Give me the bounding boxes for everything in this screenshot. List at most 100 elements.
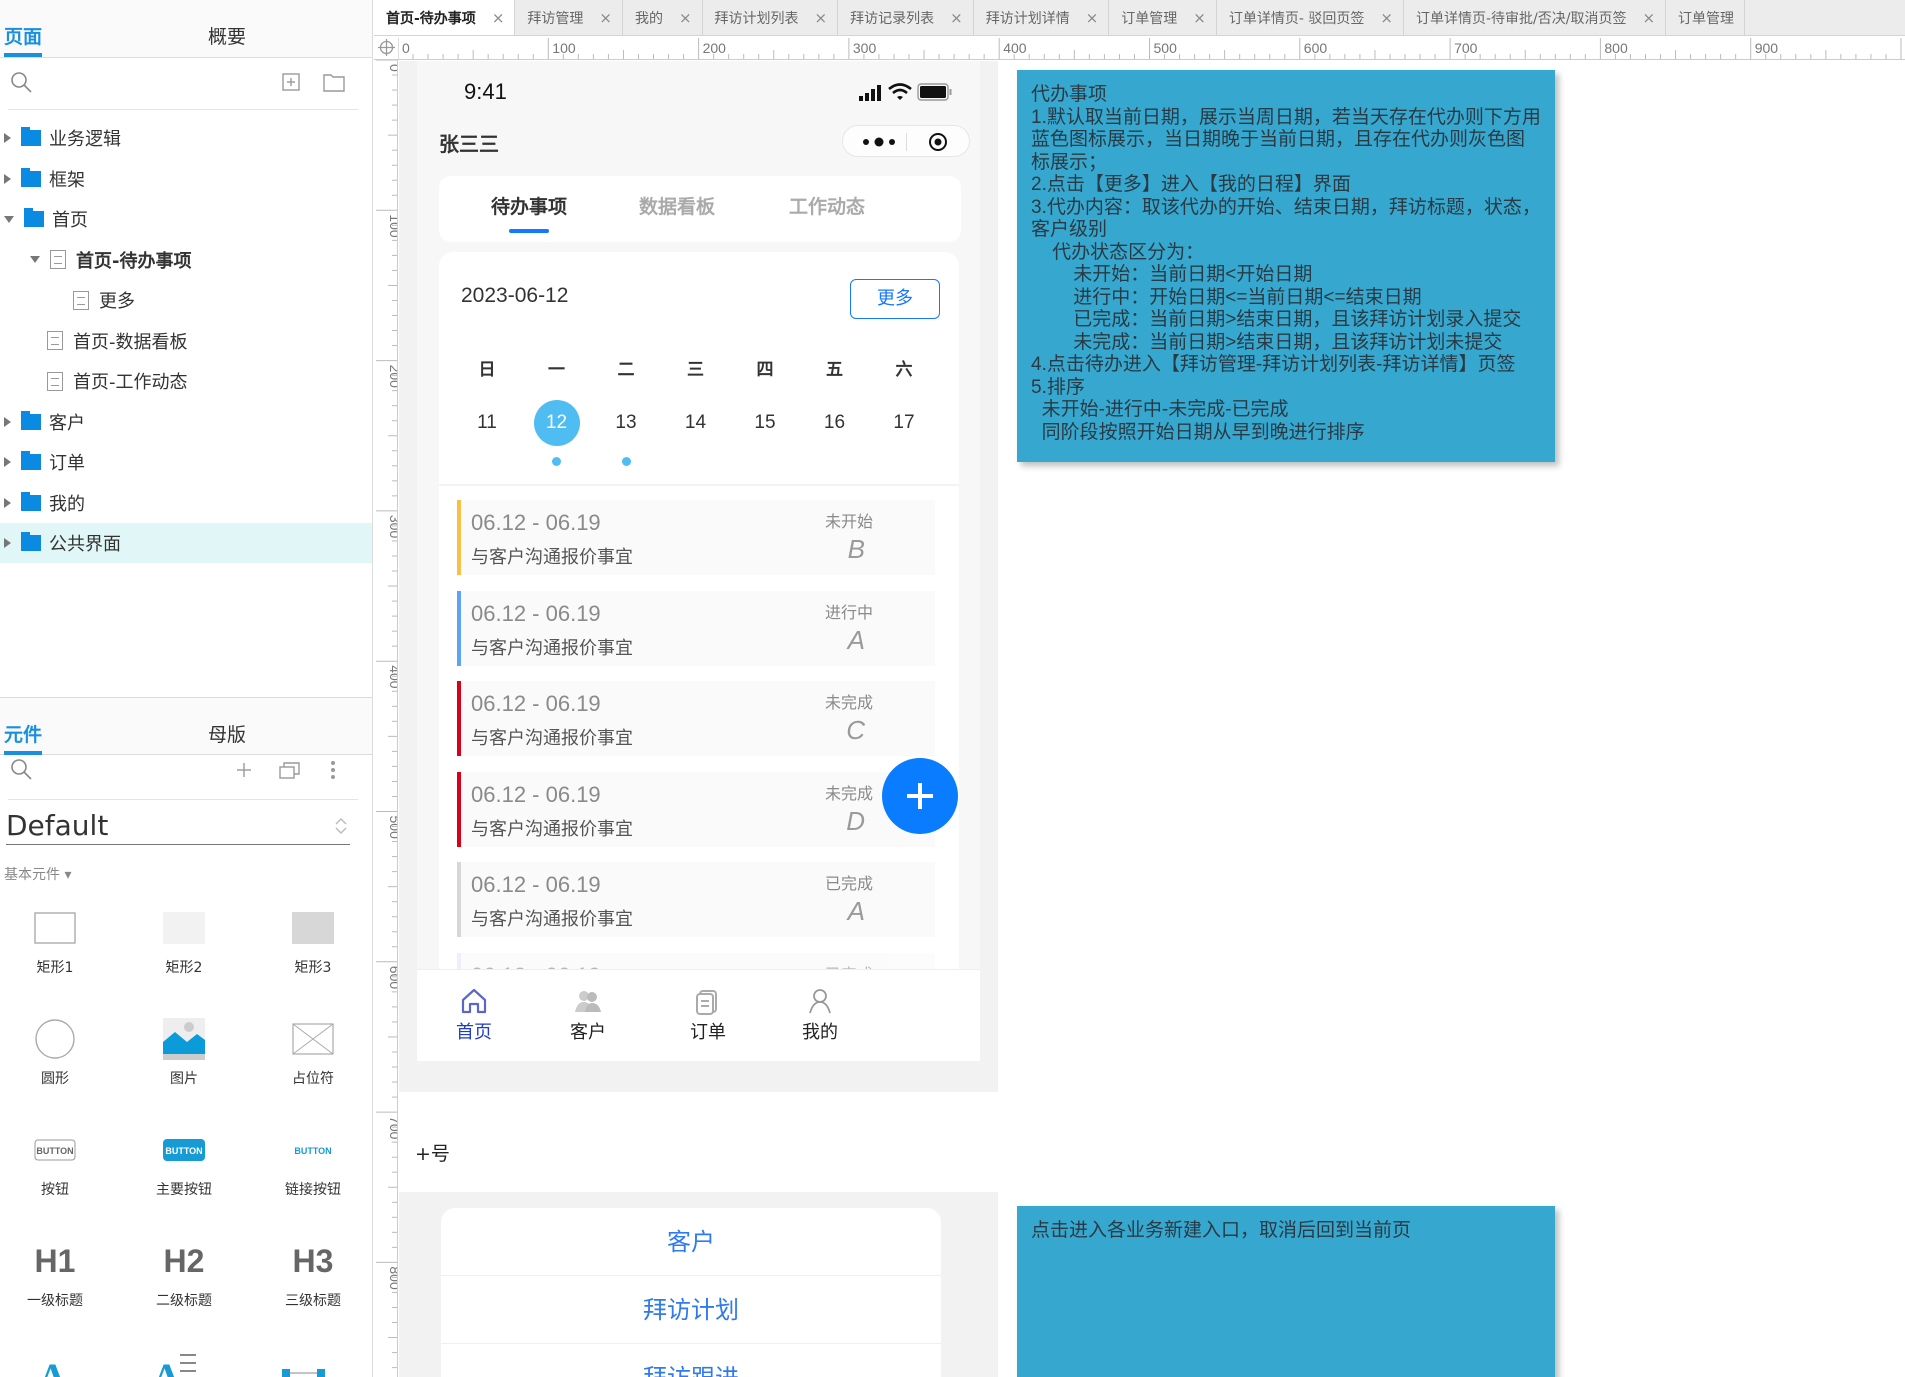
caret-right-icon[interactable]	[4, 538, 11, 548]
widget-image[interactable]: 图片	[129, 1016, 239, 1096]
calendar-day[interactable]: 14	[673, 400, 719, 446]
action-sheet-item[interactable]: 拜访跟进	[441, 1344, 941, 1377]
close-tab-icon[interactable]: ×	[679, 9, 692, 27]
divider	[439, 484, 959, 486]
widget-rectangle-outline[interactable]: 矩形1	[0, 905, 110, 985]
caret-right-icon[interactable]	[4, 173, 11, 184]
document-tab[interactable]: 我的 ×	[623, 0, 703, 35]
close-tab-icon[interactable]: ×	[599, 9, 612, 27]
select-updown-icon	[335, 818, 347, 834]
tab-pages[interactable]: 页面	[4, 22, 43, 57]
todo-item[interactable]: 06.12 - 06.19 与客户沟通报价事宜 未开始 B	[457, 500, 935, 575]
caret-right-icon[interactable]	[4, 457, 11, 467]
widget-button[interactable]: BUTTON 按钮	[0, 1127, 110, 1207]
search-icon[interactable]	[10, 758, 34, 782]
caret-down-icon[interactable]	[4, 215, 14, 223]
tree-item[interactable]: 框架	[0, 159, 372, 199]
calendar-day[interactable]: 17	[881, 400, 927, 446]
add-folder-icon[interactable]	[323, 72, 345, 92]
widget-preview-glyph	[282, 1369, 290, 1377]
close-tab-icon[interactable]: ×	[950, 9, 963, 27]
more-button[interactable]: 更多	[850, 279, 940, 319]
tab-widgets[interactable]: 元件	[4, 720, 43, 755]
tree-item[interactable]: 客户	[0, 402, 372, 442]
nav-profile[interactable]: 我的	[775, 984, 865, 1044]
tree-item[interactable]: 我的	[0, 483, 372, 523]
widget-label: 矩形3	[294, 960, 332, 976]
calendar-day[interactable]: 15	[742, 400, 788, 446]
widget-placeholder[interactable]: 占位符	[258, 1016, 368, 1096]
close-tab-icon[interactable]: ×	[1642, 9, 1655, 27]
document-tab[interactable]: 首页-待办事项 ×	[374, 0, 516, 35]
document-tab[interactable]: 拜访计划详情 ×	[974, 0, 1110, 35]
nav-customers[interactable]: 客户	[543, 984, 633, 1044]
document-tab[interactable]: 订单详情页- 驳回页签 ×	[1217, 0, 1404, 35]
nav-home[interactable]: 首页	[429, 984, 519, 1044]
todo-item[interactable]: 06.12 - 06.19 与客户沟通报价事宜 进行中 A	[457, 590, 935, 666]
nav-order[interactable]: 订单	[663, 984, 753, 1044]
tab-activity[interactable]: 工作动态	[789, 192, 865, 219]
close-tab-icon[interactable]: ×	[1193, 9, 1206, 27]
close-tab-icon[interactable]: ×	[1380, 9, 1393, 27]
library-select[interactable]: Default	[6, 805, 350, 845]
more-vertical-icon[interactable]	[330, 760, 336, 780]
add-page-icon[interactable]	[282, 73, 300, 91]
add-library-icon[interactable]	[235, 761, 253, 779]
action-sheet-item[interactable]: 拜访计划	[441, 1276, 941, 1344]
close-tab-icon[interactable]: ×	[492, 9, 505, 27]
todo-item[interactable]: 06.12 - 06.19 与客户沟通报价事宜 未完成 D	[457, 771, 935, 847]
widget-circle[interactable]: 圆形	[0, 1016, 110, 1096]
tab-outline[interactable]: 概要	[208, 22, 246, 49]
document-tab[interactable]: 订单管理	[1666, 0, 1746, 35]
caret-down-icon[interactable]	[30, 256, 40, 263]
document-tab[interactable]: 订单详情页-待审批/否决/取消页签 ×	[1404, 0, 1667, 35]
tree-item[interactable]: 首页-数据看板	[0, 321, 372, 361]
page-icon	[47, 331, 63, 350]
tab-masters[interactable]: 母版	[208, 720, 246, 747]
tree-item[interactable]: 更多	[0, 280, 372, 320]
tab-dashboard[interactable]: 数据看板	[639, 192, 715, 219]
tree-item[interactable]: 业务逻辑	[0, 118, 372, 158]
widget-category-toggle[interactable]: 基本元件 ▾	[4, 864, 71, 884]
status-color-bar	[457, 500, 461, 575]
vertical-ruler: 0 100 200 300 400 500 600 700 800	[374, 60, 398, 1377]
tree-item[interactable]: 首页-待办事项	[0, 240, 372, 280]
widget-rectangle-gray[interactable]: 矩形3	[258, 905, 368, 985]
calendar-day[interactable]: 11	[464, 400, 510, 446]
widget-rectangle-light[interactable]: 矩形2	[129, 905, 239, 985]
document-tab[interactable]: 拜访计划列表 ×	[703, 0, 839, 35]
widget-label: 矩形2	[165, 960, 203, 976]
document-tab[interactable]: 拜访管理 ×	[515, 0, 623, 35]
tree-item[interactable]: 首页-工作动态	[0, 361, 372, 401]
tree-item[interactable]: 首页	[0, 199, 372, 239]
calendar-day[interactable]: 16	[812, 400, 858, 446]
caret-right-icon[interactable]	[4, 416, 11, 427]
widget-h1[interactable]: H1 一级标题	[0, 1238, 110, 1318]
todo-item[interactable]: 06.12 - 06.19 与客户沟通报价事宜 已完成 A	[457, 862, 935, 937]
close-target-icon[interactable]	[927, 131, 949, 153]
add-fab-button[interactable]	[882, 758, 958, 834]
close-tab-icon[interactable]: ×	[815, 9, 828, 27]
calendar-day-today[interactable]: 12	[533, 400, 580, 446]
search-icon[interactable]	[10, 71, 34, 95]
tree-item[interactable]: 公共界面	[0, 523, 372, 563]
todo-item[interactable]: 06.12 - 06.19 与客户沟通报价事宜 未完成 C	[457, 681, 935, 756]
document-tab[interactable]: 拜访记录列表 ×	[838, 0, 974, 35]
crosshair-icon[interactable]	[378, 39, 395, 56]
widget-h3[interactable]: H3 三级标题	[258, 1238, 368, 1318]
action-sheet-item[interactable]: 客户	[441, 1208, 941, 1276]
tree-item[interactable]: 订单	[0, 442, 372, 482]
calendar-day[interactable]: 13	[603, 400, 649, 446]
library-copy-icon[interactable]	[279, 760, 301, 780]
widget-label: 一级标题	[27, 1293, 83, 1309]
ruler-label: 0	[387, 64, 398, 72]
document-tab[interactable]: 订单管理 ×	[1109, 0, 1217, 35]
widget-link-button[interactable]: BUTTON 链接按钮	[258, 1127, 368, 1207]
caret-right-icon[interactable]	[4, 497, 11, 508]
widget-h2[interactable]: H2 二级标题	[129, 1238, 239, 1318]
more-dots-icon[interactable]	[862, 136, 896, 148]
caret-right-icon[interactable]	[4, 133, 11, 143]
close-tab-icon[interactable]: ×	[1086, 9, 1099, 27]
widget-primary-button[interactable]: BUTTON 主要按钮	[129, 1127, 239, 1207]
tab-todos[interactable]: 待办事项	[491, 192, 567, 233]
